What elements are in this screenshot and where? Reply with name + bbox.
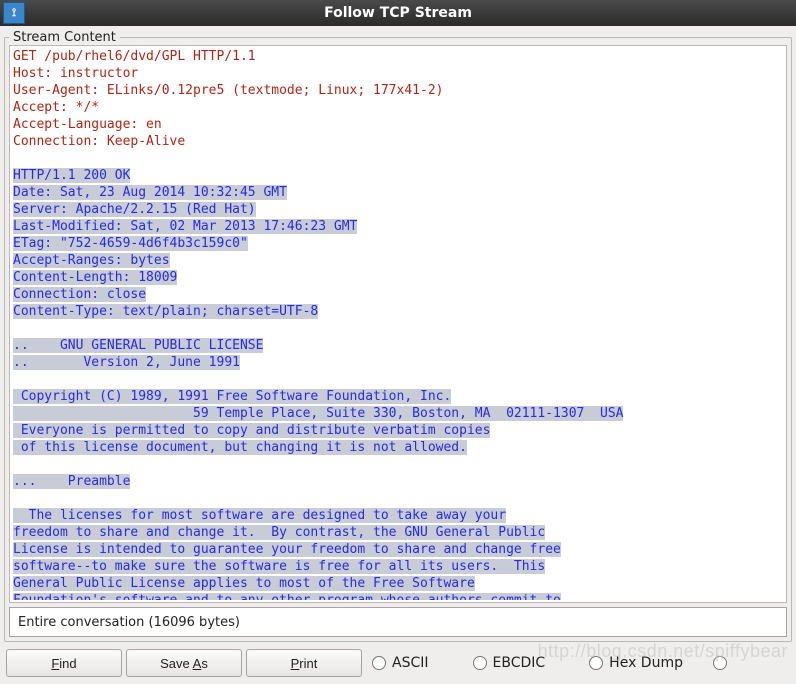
radio-ascii-label: ASCII <box>392 655 429 671</box>
titlebar: ⟟ Follow TCP Stream <box>0 0 796 26</box>
request-block: GET /pub/rhel6/dvd/GPL HTTP/1.1 Host: in… <box>13 48 783 150</box>
stream-text-view[interactable]: GET /pub/rhel6/dvd/GPL HTTP/1.1 Host: in… <box>9 45 787 603</box>
print-post: rint <box>299 656 317 671</box>
stream-content-label: Stream Content <box>9 30 120 45</box>
print-button[interactable]: Print <box>246 649 362 677</box>
find-button[interactable]: Find <box>6 649 122 677</box>
print-mn: P <box>291 656 300 671</box>
radio-hex-dump[interactable]: Hex Dump <box>589 655 683 671</box>
radio-hex-dump-input[interactable] <box>589 656 603 670</box>
encoding-radio-group: ASCII EBCDIC Hex Dump <box>372 655 727 671</box>
radio-ebcdic-input[interactable] <box>473 656 487 670</box>
radio-ascii[interactable]: ASCII <box>372 655 429 671</box>
content-area: Stream Content GET /pub/rhel6/dvd/GPL HT… <box>0 26 796 684</box>
window-title: Follow TCP Stream <box>0 5 796 21</box>
conversation-selector-value: Entire conversation (16096 bytes) <box>18 615 240 630</box>
radio-hex-dump-label: Hex Dump <box>609 655 683 671</box>
save-as-post: s <box>201 656 208 671</box>
button-row: Find Save As Print ASCII EBCDIC Hex Dump <box>4 642 792 680</box>
save-as-pre: Save <box>160 656 193 671</box>
radio-ascii-input[interactable] <box>372 656 386 670</box>
conversation-selector[interactable]: Entire conversation (16096 bytes) <box>9 607 787 637</box>
radio-extra-input[interactable] <box>713 656 727 670</box>
save-as-button[interactable]: Save As <box>126 649 242 677</box>
stream-content-group: Stream Content GET /pub/rhel6/dvd/GPL HT… <box>4 30 792 642</box>
radio-ebcdic[interactable]: EBCDIC <box>473 655 546 671</box>
response-block: HTTP/1.1 200 OK Date: Sat, 23 Aug 2014 1… <box>13 167 783 603</box>
app-icon: ⟟ <box>3 2 25 24</box>
follow-tcp-stream-window: ⟟ Follow TCP Stream Stream Content GET /… <box>0 0 796 684</box>
radio-ebcdic-label: EBCDIC <box>493 655 546 671</box>
